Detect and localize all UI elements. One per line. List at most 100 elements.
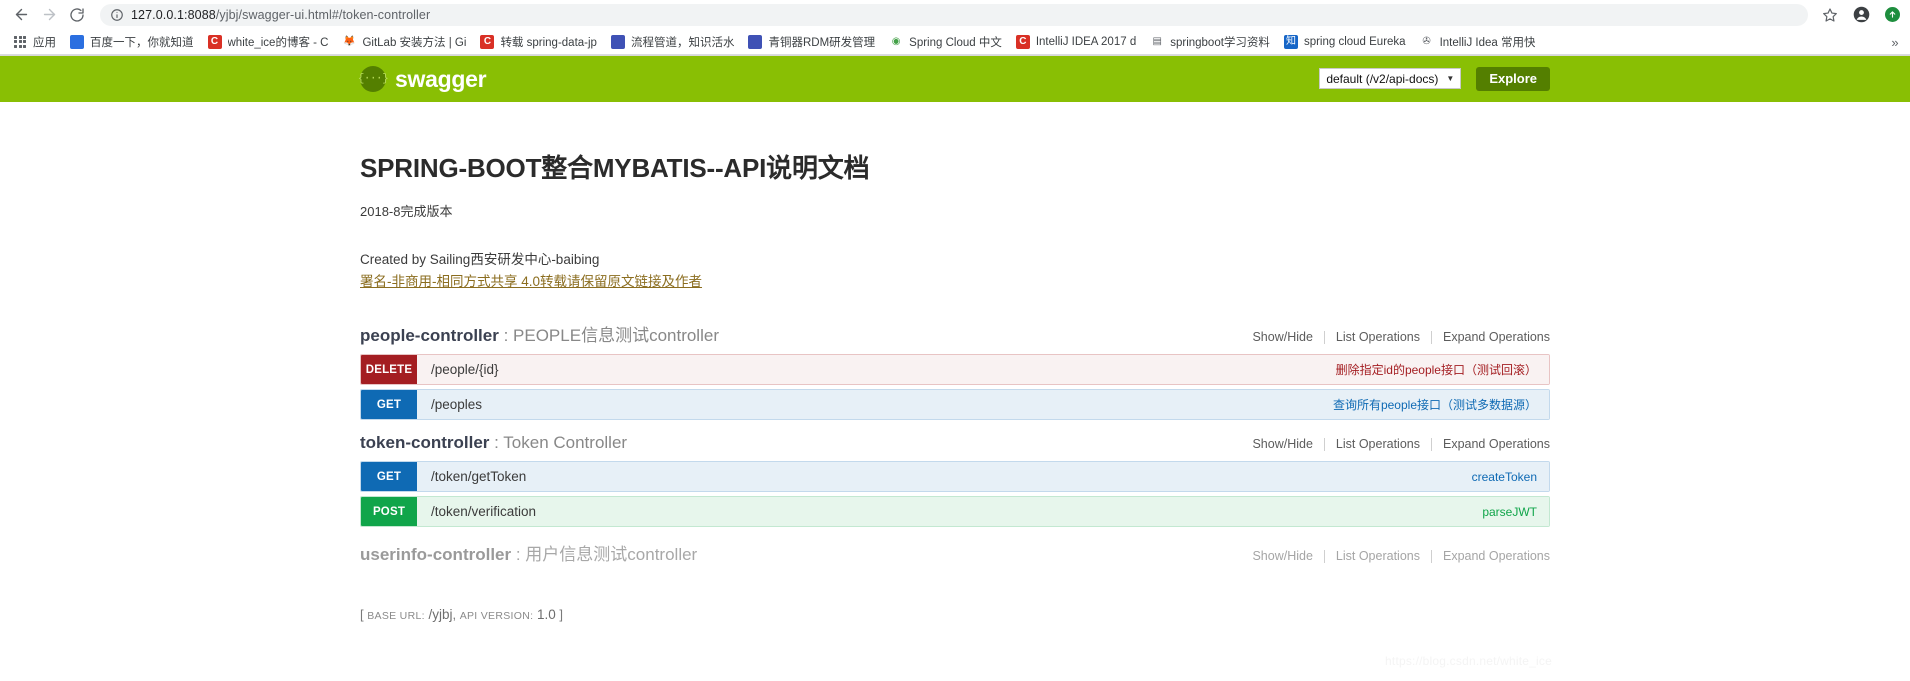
watermark: https://blog.csdn.net/white_ice	[1385, 654, 1552, 668]
browser-chrome: 127.0.0.1:8088/yjbj/swagger-ui.html#/tok…	[0, 0, 1910, 56]
resource-title[interactable]: userinfo-controller : 用户信息测试controller	[360, 540, 697, 565]
swagger-braces-logo-icon: {···}	[358, 66, 389, 92]
bookmark-label: GitLab 安装方法 | Gi	[362, 36, 467, 49]
resource-header: token-controller : Token Controller Show…	[360, 424, 1550, 461]
footer-close-bracket: ]	[559, 607, 563, 622]
bookmark-gitlab[interactable]: 🦊 GitLab 安装方法 | Gi	[335, 32, 473, 52]
csdn-icon: C	[1015, 34, 1030, 49]
confluence-icon	[610, 34, 625, 49]
forward-button[interactable]	[36, 2, 62, 28]
api-docs-select[interactable]: default (/v2/api-docs) ▼	[1319, 68, 1462, 90]
bookmark-intellij-idea-2017[interactable]: C IntelliJ IDEA 2017 d	[1009, 32, 1143, 52]
bookmarks-overflow-button[interactable]: »	[1886, 32, 1904, 52]
operation-row[interactable]: DELETE /people/{id} 删除指定id的people接口（测试回滚…	[360, 354, 1550, 385]
show-hide-link[interactable]: Show/Hide	[1241, 330, 1323, 344]
http-method-badge: GET	[361, 462, 417, 491]
operation-row[interactable]: GET /peoples 查询所有people接口（测试多数据源）	[360, 389, 1550, 420]
operation-path: /people/{id}	[431, 362, 499, 377]
resource-description: PEOPLE信息测试controller	[513, 326, 719, 345]
bookmark-liuchengguandao[interactable]: 流程管道，知识活水	[604, 32, 742, 52]
resource-name: userinfo-controller	[360, 545, 512, 564]
http-method-badge: POST	[361, 497, 417, 526]
chevron-down-icon: ▼	[1446, 74, 1455, 84]
back-button[interactable]	[8, 2, 34, 28]
operation-body[interactable]: /token/getToken createToken	[417, 462, 1549, 491]
operation-row[interactable]: GET /token/getToken createToken	[360, 461, 1550, 492]
zhihu-icon: 知	[1283, 34, 1298, 49]
resource-description: Token Controller	[503, 433, 628, 452]
url-host: 127.0.0.1:8088	[131, 7, 216, 22]
operation-summary: createToken	[1471, 469, 1537, 484]
confluence-icon	[748, 34, 763, 49]
base-url-colon: :	[421, 610, 425, 622]
operation-path: /token/verification	[431, 504, 537, 519]
toolbar-right-icons	[1814, 5, 1902, 25]
page-title: SPRING-BOOT整合MYBATIS--API说明文档	[360, 153, 870, 183]
url-path: /yjbj/swagger-ui.html#/token-controller	[215, 7, 431, 22]
bookmark-label: 青铜器RDM研发管理	[768, 36, 876, 49]
swagger-header-controls: default (/v2/api-docs) ▼ Explore	[1319, 66, 1550, 92]
api-info-block: SPRING-BOOT整合MYBATIS--API说明文档 2018-8完成版本…	[360, 102, 1550, 312]
resource-separator: :	[511, 545, 526, 564]
api-version-colon: :	[530, 610, 534, 622]
operation-body[interactable]: /token/verification parseJWT	[417, 497, 1549, 526]
show-hide-link[interactable]: Show/Hide	[1241, 549, 1323, 563]
baidu-icon	[70, 34, 84, 49]
swagger-brand-link[interactable]: {···} swagger	[358, 66, 487, 93]
site-info-icon[interactable]	[110, 8, 124, 22]
bookmark-spring-data-jpa[interactable]: C 转载 spring-data-jp	[473, 32, 604, 52]
list-operations-link[interactable]: List Operations	[1325, 549, 1431, 563]
bookmark-spring-cloud-eureka[interactable]: 知 spring cloud Eureka	[1277, 32, 1413, 52]
api-version-label: API VERSION	[459, 610, 531, 622]
bookmark-label: spring cloud Eureka	[1303, 35, 1406, 48]
resource-userinfo-controller: userinfo-controller : 用户信息测试controller S…	[360, 531, 1550, 573]
idea-icon: ✇	[1422, 35, 1431, 47]
resource-title[interactable]: token-controller : Token Controller	[360, 433, 627, 453]
explore-button[interactable]: Explore	[1476, 66, 1550, 92]
bookmark-label: 应用	[33, 36, 56, 49]
operation-body[interactable]: /peoples 查询所有people接口（测试多数据源）	[417, 390, 1549, 419]
bookmark-springboot-study[interactable]: ▤ springboot学习资料	[1143, 32, 1277, 52]
apps-grid-icon	[13, 35, 27, 49]
browser-toolbar: 127.0.0.1:8088/yjbj/swagger-ui.html#/tok…	[0, 0, 1910, 29]
bookmark-apps[interactable]: 应用	[6, 32, 63, 52]
reload-button[interactable]	[64, 2, 90, 28]
bookmark-label: springboot学习资料	[1170, 36, 1270, 49]
list-operations-link[interactable]: List Operations	[1325, 437, 1431, 451]
base-url-label: BASE URL	[367, 610, 422, 622]
book-icon: ▤	[1152, 35, 1162, 47]
star-icon[interactable]	[1820, 5, 1840, 25]
bookmark-spring-cloud[interactable]: ◉ Spring Cloud 中文	[882, 32, 1009, 52]
bookmark-label: IntelliJ Idea 常用快	[1439, 36, 1536, 49]
resource-title[interactable]: people-controller : PEOPLE信息测试controller	[360, 321, 719, 346]
resource-name: token-controller	[360, 433, 490, 452]
expand-operations-link[interactable]: Expand Operations	[1432, 437, 1550, 451]
resource-header: people-controller : PEOPLE信息测试controller…	[360, 312, 1550, 354]
api-created-by: Created by Sailing西安研发中心-baibing	[360, 252, 600, 267]
bookmark-label: IntelliJ IDEA 2017 d	[1035, 35, 1137, 48]
api-version-value: 1.0	[536, 607, 556, 622]
swagger-header: {···} swagger default (/v2/api-docs) ▼ E…	[0, 56, 1910, 102]
bookmark-baidu[interactable]: 百度一下，你就知道	[63, 32, 201, 52]
show-hide-link[interactable]: Show/Hide	[1241, 437, 1323, 451]
account-avatar-icon[interactable]	[1851, 5, 1871, 25]
bookmark-label: white_ice的博客 - C	[227, 36, 329, 49]
operation-summary: parseJWT	[1482, 504, 1537, 519]
bookmarks-bar: 应用 百度一下，你就知道 C white_ice的博客 - C 🦊 GitLab…	[0, 29, 1910, 55]
api-license-link[interactable]: 署名-非商用-相同方式共享 4.0转载请保留原文链接及作者	[360, 270, 702, 290]
resource-separator: :	[498, 326, 514, 345]
footer-open-bracket: [	[360, 607, 364, 622]
expand-operations-link[interactable]: Expand Operations	[1432, 549, 1550, 563]
bookmark-label: Spring Cloud 中文	[909, 36, 1002, 49]
list-operations-link[interactable]: List Operations	[1325, 330, 1431, 344]
expand-operations-link[interactable]: Expand Operations	[1432, 330, 1550, 344]
resource-token-controller: token-controller : Token Controller Show…	[360, 424, 1550, 527]
bookmark-rdm[interactable]: 青铜器RDM研发管理	[741, 32, 882, 52]
update-available-icon[interactable]	[1882, 5, 1902, 25]
bookmark-idea-shortcuts[interactable]: ✇ IntelliJ Idea 常用快	[1413, 32, 1543, 52]
bookmark-white-ice-blog[interactable]: C white_ice的博客 - C	[201, 32, 336, 52]
address-bar[interactable]: 127.0.0.1:8088/yjbj/swagger-ui.html#/tok…	[100, 3, 1808, 26]
footer-comma: ,	[452, 607, 457, 622]
operation-body[interactable]: /people/{id} 删除指定id的people接口（测试回滚）	[417, 355, 1549, 384]
operation-row[interactable]: POST /token/verification parseJWT	[360, 496, 1550, 527]
